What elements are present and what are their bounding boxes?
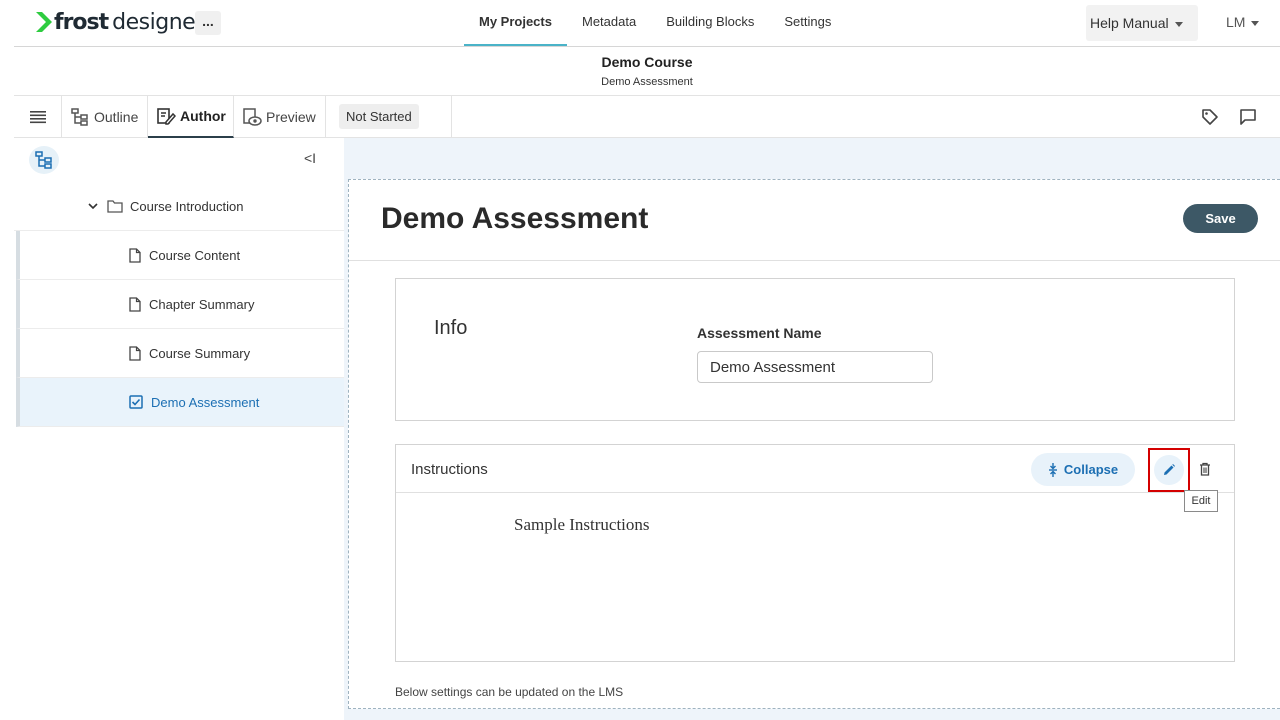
chevron-down-icon xyxy=(1174,21,1183,27)
save-button[interactable]: Save xyxy=(1183,204,1258,233)
lms-settings-note: Below settings can be updated on the LMS xyxy=(395,685,624,699)
user-initials: LM xyxy=(1226,14,1246,30)
divider xyxy=(349,260,1280,261)
comment-button[interactable] xyxy=(1237,106,1259,128)
checkbox-checked-icon xyxy=(129,395,143,409)
nav-tab-building-blocks[interactable]: Building Blocks xyxy=(651,0,769,46)
tab-preview-label: Preview xyxy=(266,108,316,125)
course-header: Demo Course Demo Assessment xyxy=(14,47,1280,96)
nav-tab-metadata[interactable]: Metadata xyxy=(567,0,651,46)
instructions-body[interactable]: Sample Instructions xyxy=(514,515,650,535)
tree-item-label: Course Summary xyxy=(149,345,251,361)
info-section-label: Info xyxy=(434,317,468,339)
comment-icon xyxy=(1240,109,1256,125)
tab-author[interactable]: Author xyxy=(148,96,234,138)
collapse-arrows-icon xyxy=(1048,462,1057,477)
logo-chevron-icon xyxy=(36,12,52,32)
tree-item-label: Demo Assessment xyxy=(151,394,260,410)
edit-button-circle xyxy=(1154,455,1184,485)
page-icon xyxy=(129,247,141,263)
tree-item-course-summary[interactable]: Course Summary xyxy=(16,329,344,378)
status-badge: Not Started xyxy=(339,104,419,129)
trash-icon xyxy=(1200,462,1210,476)
editor-canvas: Demo Assessment Save Info Assessment Nam… xyxy=(348,179,1280,709)
tree-item-label: Course Introduction xyxy=(130,198,244,214)
author-edit-icon xyxy=(157,108,176,125)
logo-text-bold: frost xyxy=(54,9,109,35)
instructions-title: Instructions xyxy=(411,461,488,478)
collapse-label: Collapse xyxy=(1063,462,1119,477)
tree-item-course-content[interactable]: Course Content xyxy=(16,231,344,280)
edit-button[interactable] xyxy=(1148,448,1190,492)
assessment-name-input[interactable] xyxy=(697,351,933,383)
instructions-header: Instructions Collapse Edit xyxy=(396,445,1234,512)
tree-item-demo-assessment[interactable]: Demo Assessment xyxy=(16,378,344,427)
tree-view-button[interactable] xyxy=(29,146,59,174)
instructions-section: Instructions Collapse Edit Sample Instru… xyxy=(395,444,1235,662)
more-options-button[interactable]: ... xyxy=(195,11,221,35)
delete-button[interactable] xyxy=(1196,459,1214,479)
nav-tab-settings[interactable]: Settings xyxy=(769,0,846,46)
page-title: Demo Assessment xyxy=(381,202,649,235)
main-nav-tabs: My Projects Metadata Building Blocks Set… xyxy=(464,0,846,46)
preview-eye-icon xyxy=(243,107,262,126)
assessment-name-label: Assessment Name xyxy=(697,325,822,341)
tree-item-label: Course Content xyxy=(149,247,241,263)
course-title: Demo Course xyxy=(601,54,693,70)
tree-structure-icon xyxy=(35,151,52,169)
toolbar-divider xyxy=(451,96,452,137)
edit-tooltip: Edit xyxy=(1184,490,1218,512)
page-icon xyxy=(129,296,141,312)
app-logo[interactable]: frost designer xyxy=(36,8,204,36)
logo-text-light: designer xyxy=(112,9,204,35)
course-subtitle: Demo Assessment xyxy=(601,76,693,88)
tab-outline-label: Outline xyxy=(94,108,139,125)
info-section: Info Assessment Name xyxy=(395,278,1235,421)
chevron-down-icon xyxy=(88,203,98,210)
collapse-sidebar-button[interactable]: <I xyxy=(304,150,316,166)
tab-author-label: Author xyxy=(180,108,226,124)
collapse-button[interactable]: Collapse xyxy=(1031,453,1135,486)
tab-outline[interactable]: Outline xyxy=(62,96,148,137)
pencil-icon xyxy=(1164,464,1175,475)
outline-tree-icon xyxy=(71,107,88,126)
user-menu[interactable]: LM xyxy=(1226,14,1260,30)
chevron-down-icon xyxy=(1251,20,1260,26)
folder-icon xyxy=(107,200,123,213)
top-navbar: frost designer ... My Projects Metadata … xyxy=(14,0,1280,47)
tree-item-chapter-summary[interactable]: Chapter Summary xyxy=(16,280,344,329)
help-manual-dropdown[interactable]: Help Manual xyxy=(1086,5,1198,41)
page-icon xyxy=(129,345,141,361)
tab-preview[interactable]: Preview xyxy=(234,96,326,137)
tag-icon xyxy=(1202,109,1218,125)
nav-tab-my-projects[interactable]: My Projects xyxy=(464,0,567,46)
hamburger-icon xyxy=(29,110,46,123)
tree-item-course-introduction[interactable]: Course Introduction xyxy=(14,182,344,231)
help-manual-label: Help Manual xyxy=(1090,15,1169,31)
tag-button[interactable] xyxy=(1199,106,1221,128)
tree-item-label: Chapter Summary xyxy=(149,296,255,312)
editor-toolbar: Outline Author Preview Not Started xyxy=(14,96,1280,138)
outline-sidebar: <I Course Introduction Course Content Ch… xyxy=(14,138,344,720)
menu-toggle-button[interactable] xyxy=(14,96,62,137)
sidebar-header: <I xyxy=(14,138,344,182)
